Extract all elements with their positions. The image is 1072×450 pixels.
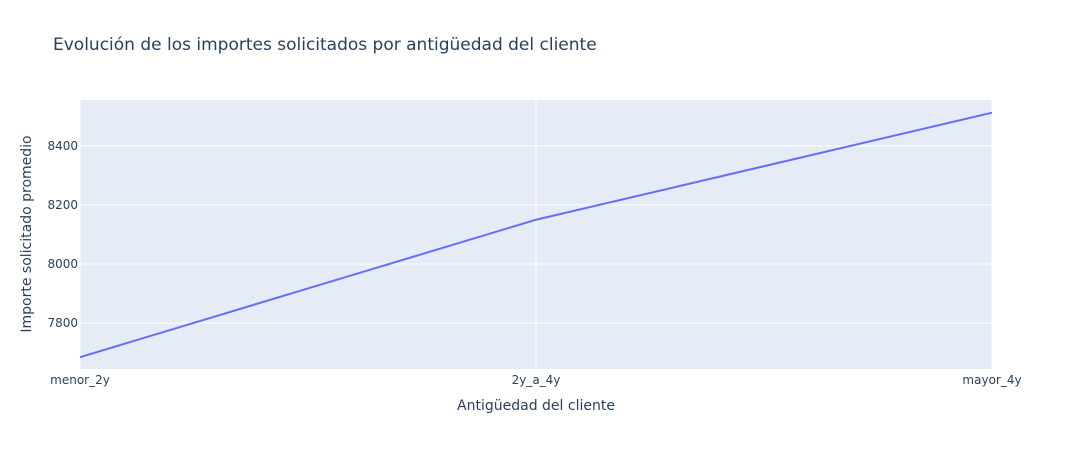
y-tick-label: 7800 [47, 316, 78, 330]
x-tick-label: menor_2y [50, 373, 110, 387]
chart-title: Evolución de los importes solicitados po… [53, 35, 597, 55]
y-tick-label: 8200 [47, 198, 78, 212]
x-axis-ticks: menor_2y 2y_a_4y mayor_4y [50, 373, 1021, 387]
x-tick-label: mayor_4y [962, 373, 1021, 387]
y-tick-label: 8000 [47, 257, 78, 271]
y-tick-label: 8400 [47, 139, 78, 153]
y-axis-title: Importe solicitado promedio [19, 135, 35, 332]
x-tick-label: 2y_a_4y [512, 373, 561, 387]
x-axis-title: Antigüedad del cliente [457, 398, 615, 414]
y-axis-ticks: 7800 8000 8200 8400 [47, 139, 78, 330]
line-chart: Evolución de los importes solicitados po… [19, 35, 1022, 414]
